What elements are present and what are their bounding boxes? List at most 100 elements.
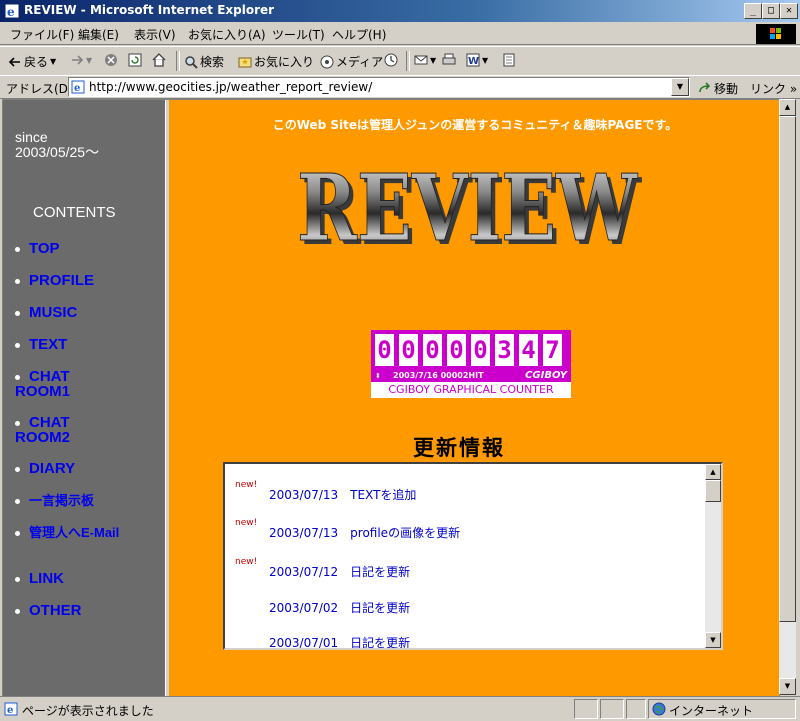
menu-file[interactable]: ファイル(F) [10,26,74,43]
discuss-button[interactable] [502,53,516,67]
page-icon: e [71,80,85,94]
counter-label[interactable]: CGIBOY GRAPHICAL COUNTER [371,382,571,398]
nav-profile[interactable]: PROFILE [15,273,94,288]
review-logo-text: REVIEW [297,158,638,258]
counter-digit: 0 [423,334,442,366]
forward-button[interactable]: ▼ [70,53,92,67]
nav-email-label: 管理人へE-Mail [29,525,120,540]
search-button[interactable]: 検索 [184,53,224,70]
page-scroll-thumb[interactable] [779,116,796,622]
refresh-button[interactable] [128,53,142,67]
nav-text-label: TEXT [29,336,68,353]
nav-bbs[interactable]: 一言掲示板 [15,493,94,508]
close-button[interactable]: ✕ [780,3,798,19]
nav-link[interactable]: LINK [15,571,64,586]
menu-favorites[interactable]: お気に入り(A) [188,26,266,43]
word-edit-icon: W [466,53,480,67]
bullet-icon [15,310,20,316]
svg-text:W: W [468,56,479,67]
maximize-button[interactable]: □ [762,3,780,19]
mail-button[interactable]: ▼ [414,53,436,67]
nav-music-label: MUSIC [29,304,78,321]
back-label: 戻る [24,55,49,69]
stop-button[interactable] [104,53,118,67]
back-dropdown-icon: ▼ [50,57,57,66]
nav-bbs-label: 一言掲示板 [29,493,95,508]
bullet-icon [15,531,20,537]
bullet-icon [15,246,20,252]
since-date: 2003/05/25～ [15,144,100,160]
favorites-label: お気に入り [254,55,315,69]
favorites-icon [238,57,252,67]
nav-email[interactable]: 管理人へE-Mail [15,525,119,540]
menu-view[interactable]: 表示(V) [134,26,176,43]
nav-top[interactable]: TOP [15,241,60,256]
nav-chat-room2[interactable]: CHAT ROOM2 [15,415,70,445]
new-badge: new! [235,518,258,528]
review-logo: REVIEW REVIEW [297,158,643,258]
media-label: メディア [336,55,384,69]
menu-edit[interactable]: 編集(E) [78,26,119,43]
news-scrollbar[interactable]: ▲ ▼ [705,464,721,648]
menu-tools[interactable]: ツール(T) [272,26,325,43]
counter-brand: CGIBOY [525,370,567,381]
edit-button[interactable]: W ▼ [466,53,488,67]
home-button[interactable] [152,53,166,67]
bullet-icon [15,608,20,614]
refresh-icon [128,53,142,67]
counter-digit: 4 [519,334,538,366]
nav-text[interactable]: TEXT [15,337,67,352]
menu-help[interactable]: ヘルプ(H) [332,26,386,43]
bullet-icon [15,420,20,426]
counter-digit: 3 [495,334,514,366]
address-bar: アドレス(D) e http://www.geocities.jp/weathe… [0,75,800,99]
minimize-button[interactable]: _ [744,3,762,19]
nav-other[interactable]: OTHER [15,603,82,618]
title-bar: e REVIEW - Microsoft Internet Explorer _… [0,0,800,22]
page-done-icon: e [4,702,18,716]
back-arrow-icon [8,56,20,67]
nav-chat-room1[interactable]: CHAT ROOM1 [15,369,70,399]
back-button[interactable]: 戻る ▼ [8,53,56,70]
toolbar: 戻る ▼ ▼ 検索 お気に入り メディア ▼ W ▼ [0,46,800,76]
svg-text:e: e [74,83,80,94]
news-item-text: 2003/07/13 TEXTを追加 [269,488,417,502]
scroll-down-icon[interactable]: ▼ [705,632,721,648]
counter-digit: 0 [447,334,466,366]
mail-icon [414,55,428,65]
frame-divider[interactable] [165,100,169,696]
address-dropdown-icon[interactable]: ▼ [671,78,689,96]
page-content: since 2003/05/25～ CONTENTS TOP PROFILE M… [2,99,780,697]
media-button[interactable]: メディア [320,53,383,70]
links-button[interactable]: リンク » [750,80,797,97]
print-button[interactable] [442,53,456,67]
bullet-icon [15,342,20,348]
counter-info: ⬍ 2003/7/16 00002HIT CGIBOY [371,370,571,382]
scroll-thumb[interactable] [705,480,721,502]
address-input[interactable]: e http://www.geocities.jp/weather_report… [68,77,690,97]
nav-diary[interactable]: DIARY [15,461,75,476]
nav-chat-room1-label-2: ROOM1 [15,383,71,400]
stop-icon [105,54,117,66]
counter-hit-text: 2003/7/16 00002HIT [393,371,484,380]
page-scroll-up-icon[interactable]: ▲ [779,99,796,116]
favorites-button[interactable]: お気に入り [238,53,314,70]
history-button[interactable] [384,53,398,67]
zone-text: インターネット [669,704,754,718]
bullet-icon [15,278,20,284]
page-scrollbar[interactable]: ▲ ▼ [779,99,796,695]
status-panel [574,699,598,719]
new-badge: new! [235,480,258,490]
go-button[interactable]: 移動 [698,80,738,97]
print-icon [442,53,456,65]
scroll-up-icon[interactable]: ▲ [705,464,721,480]
go-arrow-icon [699,81,711,92]
nav-music[interactable]: MUSIC [15,305,77,320]
window-title: REVIEW - Microsoft Internet Explorer [24,3,275,17]
news-item-text: 2003/07/02 日記を更新 [269,601,411,615]
nav-profile-label: PROFILE [29,272,95,289]
news-title: 更新情報 [413,435,505,460]
search-icon [185,55,198,69]
news-item-text: 2003/07/13 profileの画像を更新 [269,526,461,540]
page-scroll-down-icon[interactable]: ▼ [779,678,796,695]
